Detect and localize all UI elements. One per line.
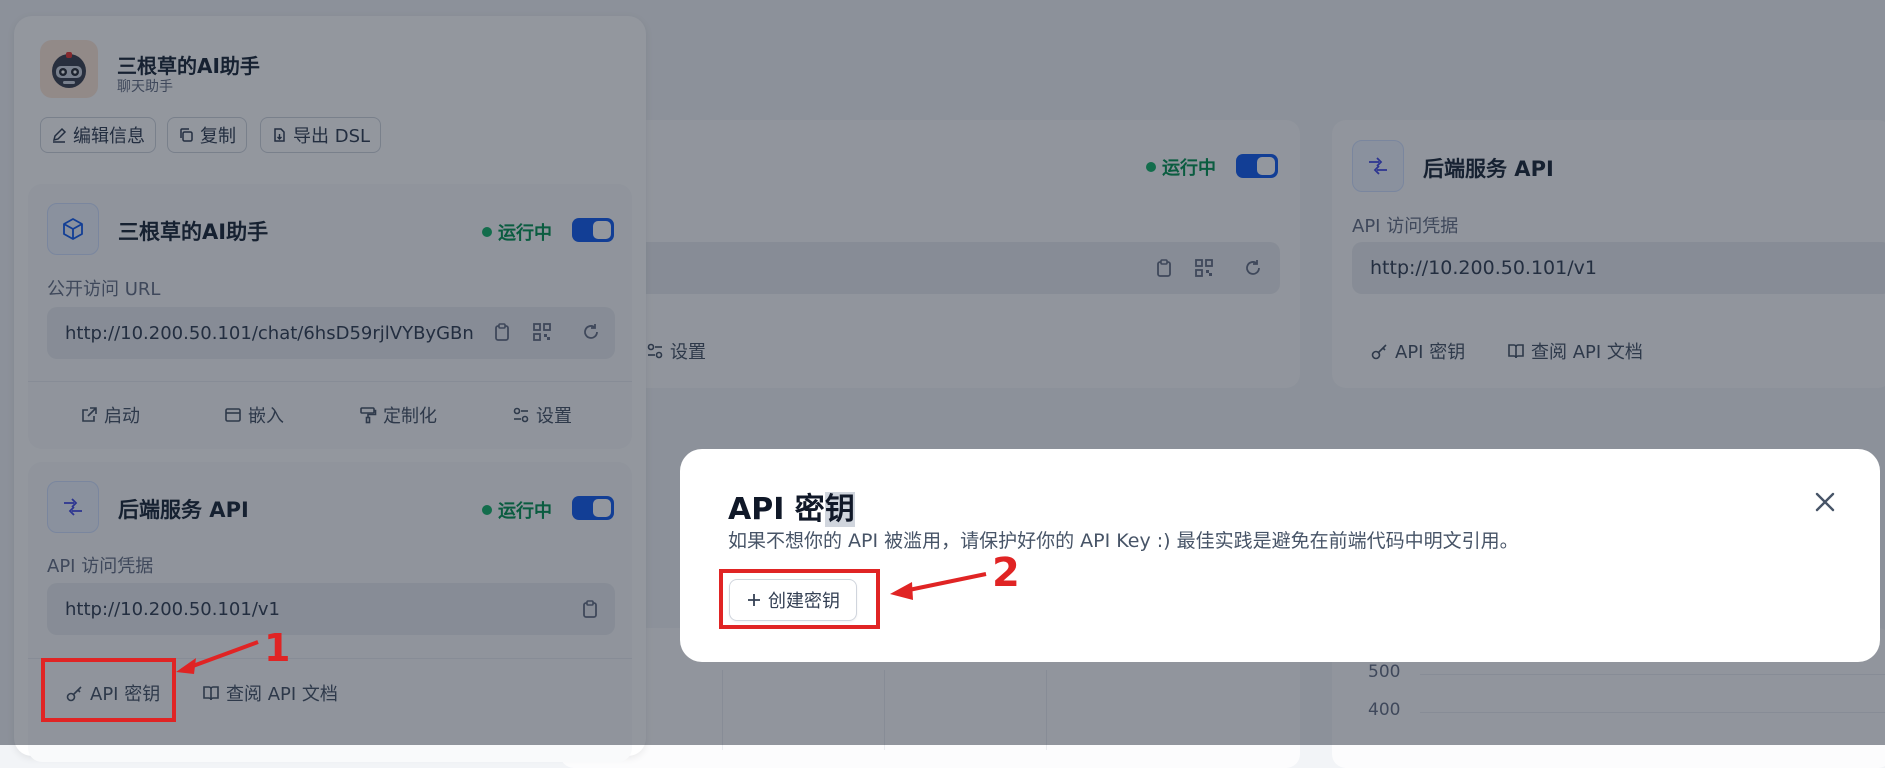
annotation-arrow — [176, 640, 259, 674]
annotation-box-api-key — [41, 658, 176, 722]
modal-title: API 密钥 — [728, 492, 855, 527]
api-key-modal: API 密钥 如果不想你的 API 被滥用，请保护好你的 API Key :) … — [680, 449, 1880, 662]
modal-title-selected: 钥 — [824, 492, 855, 527]
annotation-step-1: 1 — [264, 626, 291, 670]
annotation-arrow — [890, 572, 987, 600]
modal-description: 如果不想你的 API 被滥用，请保护好你的 API Key :) 最佳实践是避免… — [728, 530, 1519, 552]
annotation-box-create-key — [719, 569, 880, 629]
annotation-step-2: 2 — [992, 550, 1020, 596]
close-icon[interactable] — [1814, 491, 1836, 513]
